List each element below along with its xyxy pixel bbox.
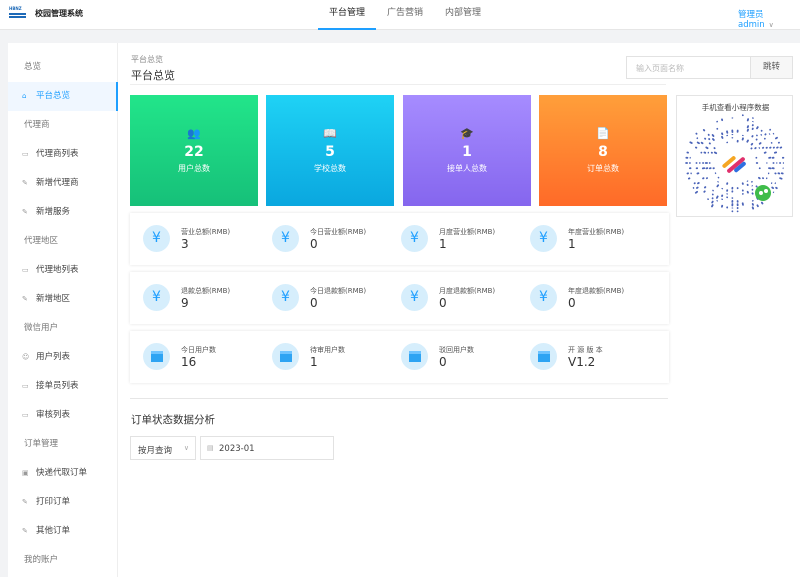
yuan-icon: ¥ [143, 225, 170, 252]
tab-ads[interactable]: 广告营销 [376, 0, 434, 30]
stat-card-schools[interactable]: 📖 5 学校总数 [266, 95, 394, 206]
edit-icon: ✎ [22, 295, 28, 303]
admin-menu[interactable]: 管理员 admin ∨ [738, 8, 800, 30]
sidebar-item[interactable]: ✎ 其他订单 [8, 517, 118, 546]
sidebar-item[interactable]: ✎ 新增服务 [8, 198, 118, 227]
list-icon: ▭ [22, 411, 29, 419]
stat-card-users[interactable]: 👥 22 用户总数 [130, 95, 258, 206]
window-icon [401, 343, 428, 370]
sidebar-item[interactable]: ✎ 新增代理商 [8, 169, 118, 198]
stat-value: 5 [325, 144, 335, 160]
sidebar-group-label: 订单管理 [24, 439, 59, 449]
analysis-title: 订单状态数据分析 [131, 414, 215, 426]
sidebar-item[interactable]: ▭ 接单员列表 [8, 372, 118, 401]
stat-label: 订单总数 [587, 164, 619, 173]
yuan-icon: ¥ [143, 284, 170, 311]
yuan-icon: ¥ [530, 225, 557, 252]
sidebar-group-label: 代理地区 [24, 236, 59, 246]
logo: HBNZ [9, 6, 26, 20]
chevron-down-icon: ∨ [183, 444, 189, 452]
sidebar-item[interactable]: ▣ 快递代取订单 [8, 459, 118, 488]
yuan-icon: ¥ [401, 284, 428, 311]
yuan-icon: ¥ [401, 225, 428, 252]
brand-name: 校园管理系统 [35, 9, 83, 18]
stat-label: 接单人总数 [447, 164, 487, 173]
query-mode-select[interactable]: 按月查询 ∨ [130, 436, 196, 460]
yuan-icon: ¥ [272, 284, 299, 311]
list-icon: ▭ [22, 382, 29, 390]
jump-button[interactable]: 跳转 [750, 56, 793, 79]
book-icon: 📖 [323, 127, 337, 140]
revenue-metrics-row: ¥ 营业总额(RMB) 3 ¥ 今日营业额(RMB) 0 ¥ 月度营业额(RMB) 1 ¥ 年… [130, 213, 669, 265]
edit-icon: ✎ [22, 179, 28, 187]
yuan-icon: ¥ [272, 225, 299, 252]
chevron-down-icon: ∨ [768, 21, 774, 29]
section-divider [130, 398, 668, 399]
qr-code-icon [685, 114, 785, 213]
page-title: 平台总览 [131, 69, 175, 82]
page-search-input[interactable]: 输入页面名称 [626, 56, 751, 79]
sidebar-group-label: 我的账户 [24, 555, 59, 565]
user-metrics-row: 今日用户数 16 待审用户数 1 驳回用户数 0 开 源 版 本 V1.2 [130, 331, 669, 383]
sidebar-group-label: 代理商 [24, 120, 50, 130]
sidebar-group-label: 微信用户 [24, 323, 59, 333]
header-divider [130, 84, 666, 85]
box-icon: ▣ [22, 469, 29, 477]
sidebar-item[interactable]: ▭ 代理商列表 [8, 140, 118, 169]
sidebar-item[interactable]: ✎ 打印订单 [8, 488, 118, 517]
sidebar: 总览 ⌂ 平台总览代理商 ▭ 代理商列表 ✎ 新增代理商 ✎ 新增服务代理地区 ▭ 代理地列表 ✎ 新增… [8, 43, 118, 577]
window-icon [272, 343, 299, 370]
edit-icon: ✎ [22, 527, 28, 535]
stat-card-orders[interactable]: 📄 8 订单总数 [539, 95, 667, 206]
edit-icon: ✎ [22, 498, 28, 506]
calendar-icon: ▤ [207, 444, 214, 452]
qr-panel: 手机查看小程序数据 [676, 95, 793, 217]
document-icon: 📄 [596, 127, 610, 140]
list-icon: ▭ [22, 266, 29, 274]
window-icon [143, 343, 170, 370]
stat-value: 1 [462, 144, 472, 160]
user-icon: ☺ [22, 353, 30, 361]
stat-card-takers[interactable]: 🎓 1 接单人总数 [403, 95, 531, 206]
yuan-icon: ¥ [530, 284, 557, 311]
stat-label: 学校总数 [314, 164, 346, 173]
sidebar-item[interactable]: ▭ 审核列表 [8, 401, 118, 430]
tab-platform[interactable]: 平台管理 [318, 0, 377, 30]
window-icon [530, 343, 557, 370]
refund-metrics-row: ¥ 退款总额(RMB) 9 ¥ 今日退款额(RMB) 0 ¥ 月度退款额(RMB) 0 ¥ 年… [130, 272, 669, 324]
stat-value: 8 [598, 144, 608, 160]
top-bar: HBNZ 校园管理系统 平台管理 广告营销 内部管理 管理员 admin ∨ [0, 0, 800, 30]
sidebar-item[interactable]: ▭ 代理地列表 [8, 256, 118, 285]
month-date-input[interactable]: ▤ 2023-01 [200, 436, 334, 460]
sidebar-item[interactable]: ⌂ 平台总览 [8, 82, 118, 111]
qr-title: 手机查看小程序数据 [701, 103, 770, 112]
tab-internal[interactable]: 内部管理 [434, 0, 492, 30]
sidebar-group-label: 总览 [24, 62, 42, 72]
stat-label: 用户总数 [178, 164, 210, 173]
sidebar-item[interactable]: ☺ 用户列表 [8, 343, 118, 372]
sidebar-item[interactable]: ✎ 新增地区 [8, 285, 118, 314]
home-icon: ⌂ [22, 92, 27, 100]
edit-icon: ✎ [22, 208, 28, 216]
stat-value: 22 [184, 144, 204, 160]
top-nav: 平台管理 广告营销 内部管理 [318, 0, 492, 30]
users-icon: 👥 [187, 127, 201, 140]
list-icon: ▭ [22, 150, 29, 158]
breadcrumb: 平台总览 [131, 55, 163, 64]
graduation-cap-icon: 🎓 [460, 127, 474, 140]
